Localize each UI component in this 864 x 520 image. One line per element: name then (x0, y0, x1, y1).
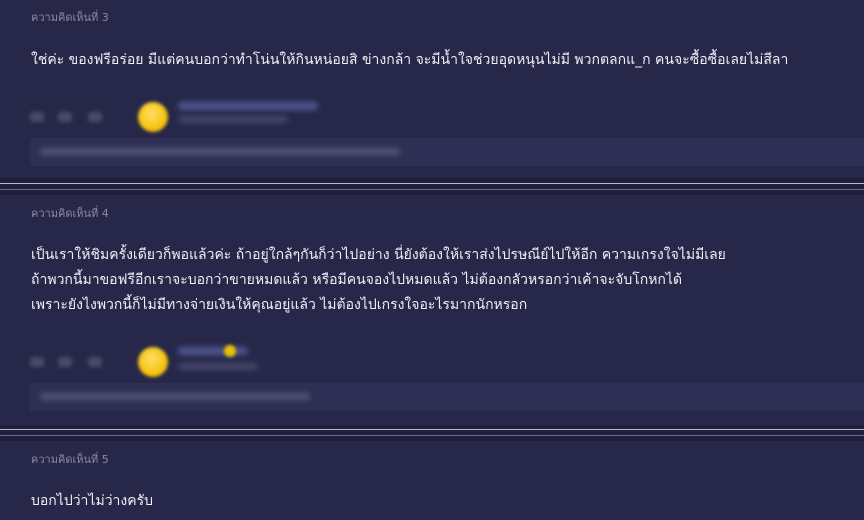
emoji-icon[interactable] (30, 112, 44, 122)
comment-4: ความคิดเห็นที่ 4 เป็นเราให้ชิมครั้งเดียว… (0, 195, 864, 425)
reply-info-blurred (40, 393, 310, 400)
comment-divider (0, 435, 864, 436)
user-badge-icon (224, 345, 236, 357)
emoji-icon[interactable] (30, 357, 44, 367)
comment-line: เป็นเราให้ชิมครั้งเดียวก็พอแล้วค่ะ ถ้าอย… (31, 247, 726, 263)
comment-number-label: ความคิดเห็นที่ 3 (31, 11, 109, 24)
comment-number-label: ความคิดเห็นที่ 5 (31, 453, 109, 466)
like-icon[interactable] (58, 112, 72, 122)
comment-3: ความคิดเห็นที่ 3 ใช่ค่ะ ของฟรีอร่อย มีแต… (0, 0, 864, 178)
comment-number-label: ความคิดเห็นที่ 4 (31, 207, 109, 220)
comment-divider (0, 183, 864, 184)
comment-divider (0, 189, 864, 190)
comment-body: เป็นเราให้ชิมครั้งเดียวก็พอแล้วค่ะ ถ้าอย… (31, 243, 854, 318)
like-icon[interactable] (58, 357, 72, 367)
more-icon[interactable] (88, 112, 102, 122)
comment-divider (0, 429, 864, 430)
avatar[interactable] (138, 102, 168, 132)
more-icon[interactable] (88, 357, 102, 367)
reply-info-bar (30, 383, 864, 411)
comment-5: ความคิดเห็นที่ 5 บอกไปว่าไม่ว่างครับ (0, 441, 864, 520)
username-blurred[interactable] (178, 102, 318, 110)
comment-line: ถ้าพวกนี้มาขอฟรีอีกเราจะบอกว่าขายหมดแล้ว… (31, 272, 683, 288)
reply-info-blurred (40, 148, 400, 155)
user-meta-blurred (178, 116, 288, 123)
comment-line: ใช่ค่ะ ของฟรีอร่อย มีแต่คนบอกว่าทำโน่นให… (31, 52, 789, 68)
reply-info-bar (30, 138, 864, 166)
comment-line: บอกไปว่าไม่ว่างครับ (31, 493, 154, 509)
comment-line: เพราะยังไงพวกนี้ก็ไม่มีทางจ่ายเงินให้คุณ… (31, 297, 528, 313)
user-meta-blurred (178, 363, 258, 370)
username-blurred[interactable] (178, 347, 248, 355)
avatar[interactable] (138, 347, 168, 377)
comment-body: บอกไปว่าไม่ว่างครับ (31, 489, 854, 514)
comment-body: ใช่ค่ะ ของฟรีอร่อย มีแต่คนบอกว่าทำโน่นให… (31, 48, 854, 73)
